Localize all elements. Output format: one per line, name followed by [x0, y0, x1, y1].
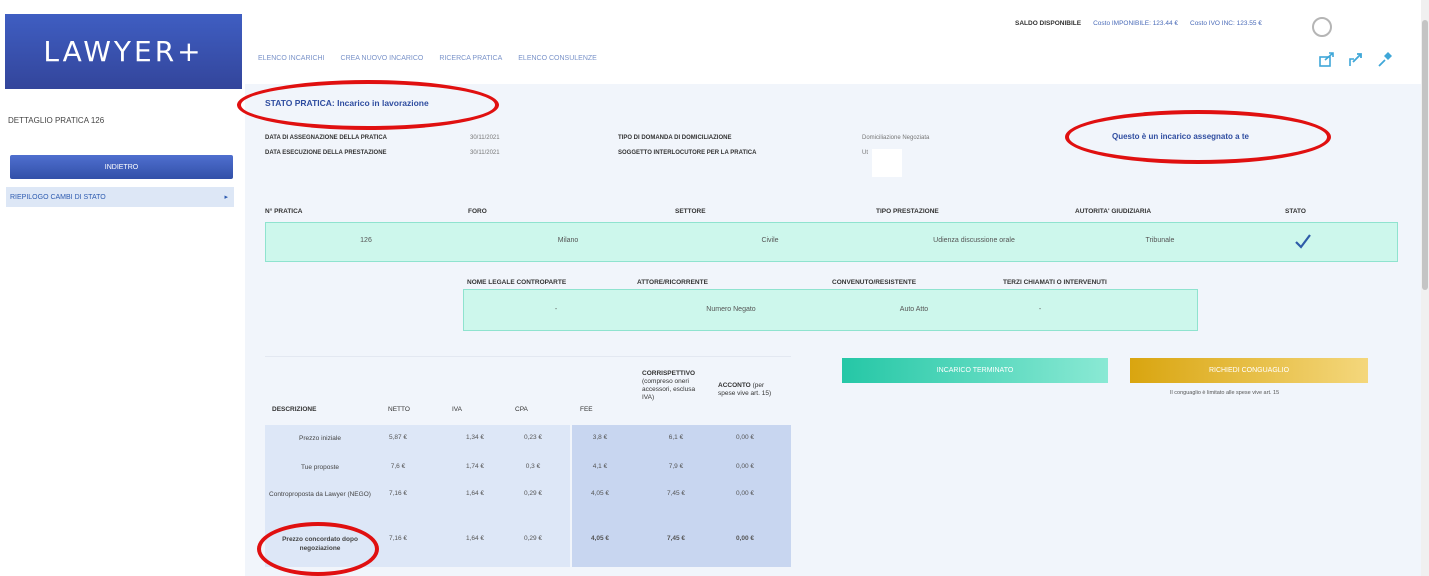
page-title: DETTAGLIO PRATICA 126 — [8, 116, 105, 125]
col-header-autorita: AUTORITA' GIUDIZIARIA — [1075, 208, 1152, 215]
nav-link-ricerca-pratica[interactable]: RICERCA PRATICA — [439, 55, 502, 62]
avatar[interactable] — [1312, 17, 1332, 37]
exec-date-value: 30/11/2021 — [470, 150, 500, 156]
col-header-foro: FORO — [468, 208, 487, 215]
col-header-numero: N° PRATICA — [265, 208, 303, 215]
date-assigned-value: 30/11/2021 — [470, 135, 500, 141]
price-row-desc: Prezzo iniziale — [299, 435, 341, 442]
case-number: 126 — [360, 237, 372, 244]
price-cell-netto: 5,87 € — [388, 434, 408, 441]
price-header-cpa: CPA — [515, 406, 528, 413]
nav-link-elenco-consulenze[interactable]: ELENCO CONSULENZE — [518, 55, 597, 62]
col-header-settore: SETTORE — [675, 208, 706, 215]
price-cell-corrispettivo: 7,45 € — [666, 490, 686, 497]
toolbar-icons — [1318, 50, 1394, 72]
price-cell-iva: 1,64 € — [465, 535, 485, 542]
redaction-box — [872, 149, 902, 177]
price-header-acconto: ACCONTO (per spese vive art. 15) — [718, 382, 772, 397]
pin-icon[interactable] — [1376, 50, 1394, 72]
col-header-tipo: TIPO PRESTAZIONE — [876, 208, 939, 215]
conguaglio-note: Il conguaglio è limitato alle spese vive… — [1170, 390, 1280, 396]
check-icon — [1295, 234, 1311, 249]
parties-row[interactable] — [463, 289, 1198, 331]
case-tipo: Udienza discussione orale — [933, 237, 1015, 244]
price-header-iva: IVA — [452, 406, 462, 413]
case-settore: Civile — [761, 237, 779, 244]
price-cell-cpa: 0,3 € — [525, 463, 541, 470]
case-row[interactable] — [265, 222, 1398, 262]
price-header-corrispettivo: CORRISPETTIVO (compreso oneri accessori, … — [642, 370, 696, 401]
price-header-descrizione: DESCRIZIONE — [272, 406, 317, 413]
scrollbar-thumb[interactable] — [1422, 20, 1428, 290]
price-cell-netto: 7,6 € — [390, 463, 406, 470]
price-cell-fee: 3,8 € — [592, 434, 608, 441]
price-cell-corrispettivo: 7,45 € — [666, 535, 686, 542]
price-cell-acconto: 0,00 € — [735, 463, 755, 470]
price-cell-fee: 4,1 € — [592, 463, 608, 470]
price-cell-iva: 1,74 € — [465, 463, 485, 470]
price-cell-corrispettivo: 7,9 € — [668, 463, 684, 470]
balance-taxable: Costo IMPONIBILE: 123.44 € — [1093, 20, 1178, 27]
price-header-netto: NETTO — [388, 406, 410, 413]
col-header-attore: ATTORE/RICORRENTE — [637, 279, 708, 286]
chevron-right-icon: ▸ — [224, 194, 228, 201]
price-cell-cpa: 0,23 € — [523, 434, 543, 441]
nav-link-elenco-incarichi[interactable]: ELENCO INCARICHI — [258, 55, 325, 62]
price-cell-acconto: 0,00 € — [735, 434, 755, 441]
col-header-terzi: TERZI CHIAMATI O INTERVENUTI — [1003, 279, 1107, 286]
nav-link-crea-incarico[interactable]: CREA NUOVO INCARICO — [341, 55, 424, 62]
incarico-terminato-button[interactable]: INCARICO TERMINATO — [842, 358, 1108, 383]
date-assigned-label: DATA DI ASSEGNAZIONE DELLA PRATICA — [265, 135, 387, 141]
price-cell-corrispettivo: 6,1 € — [668, 434, 684, 441]
price-cell-cpa: 0,29 € — [523, 490, 543, 497]
app-logo[interactable]: LAWYER+ — [5, 14, 242, 89]
party-attore: Numero Negato — [706, 306, 756, 313]
subject-label: SOGGETTO INTERLOCUTORE PER LA PRATICA — [618, 150, 757, 156]
price-cell-acconto: 0,00 € — [735, 490, 755, 497]
share-icon[interactable] — [1318, 50, 1336, 72]
price-row-desc: Controproposta da Lawyer (NEGO) — [269, 491, 371, 498]
price-cell-netto: 7,16 € — [388, 490, 408, 497]
annotation-ellipse-status — [237, 80, 499, 130]
case-autorita: Tribunale — [1145, 237, 1175, 244]
balance-bar: SALDO DISPONIBILE Costo IMPONIBILE: 123.… — [1015, 20, 1262, 27]
top-navigation: ELENCO INCARICHI CREA NUOVO INCARICO RIC… — [258, 55, 597, 62]
export-icon[interactable] — [1347, 50, 1365, 72]
price-cell-iva: 1,64 € — [465, 490, 485, 497]
party-convenuto: Auto Atto — [899, 306, 929, 313]
case-foro: Milano — [557, 237, 579, 244]
price-cell-fee: 4,05 € — [590, 490, 610, 497]
sidebar-item-label: RIEPILOGO CAMBI DI STATO — [10, 193, 106, 201]
col-header-convenuto: CONVENUTO/RESISTENTE — [832, 279, 917, 286]
col-header-stato: STATO — [1285, 208, 1306, 215]
price-cell-iva: 1,34 € — [465, 434, 485, 441]
request-type-label: TIPO DI DOMANDA DI DOMICILIAZIONE — [618, 135, 732, 141]
logo-text: LAWYER+ — [43, 35, 204, 68]
exec-date-label: DATA ESECUZIONE DELLA PRESTAZIONE — [265, 150, 387, 156]
app-root: LAWYER+ DETTAGLIO PRATICA 126 INDIETRO R… — [0, 0, 1429, 576]
price-cell-cpa: 0,29 € — [523, 535, 543, 542]
price-table-divider — [265, 356, 791, 357]
price-row-desc: Tue proposte — [300, 464, 340, 471]
richiedi-conguaglio-button[interactable]: RICHIEDI CONGUAGLIO — [1130, 358, 1368, 383]
back-button[interactable]: INDIETRO — [10, 155, 233, 179]
party-controparte: - — [554, 306, 558, 313]
balance-total: Costo IVO INC: 123.55 € — [1190, 20, 1262, 27]
annotation-ellipse-agreed-price — [257, 522, 379, 576]
party-terzi: - — [1038, 306, 1042, 313]
col-header-controparte: NOME LEGALE CONTROPARTE — [467, 279, 567, 286]
price-cell-netto: 7,16 € — [388, 535, 408, 542]
sidebar-item-status-history[interactable]: RIEPILOGO CAMBI DI STATO ▸ — [6, 187, 234, 207]
subject-value: Ut — [862, 150, 868, 156]
price-header-fee: FEE — [580, 406, 593, 413]
annotation-ellipse-assigned — [1065, 110, 1331, 164]
price-cell-fee: 4,05 € — [590, 535, 610, 542]
price-cell-acconto: 0,00 € — [735, 535, 755, 542]
request-type-value: Domiciliazione Negoziata — [862, 135, 930, 141]
balance-label: SALDO DISPONIBILE — [1015, 20, 1082, 27]
